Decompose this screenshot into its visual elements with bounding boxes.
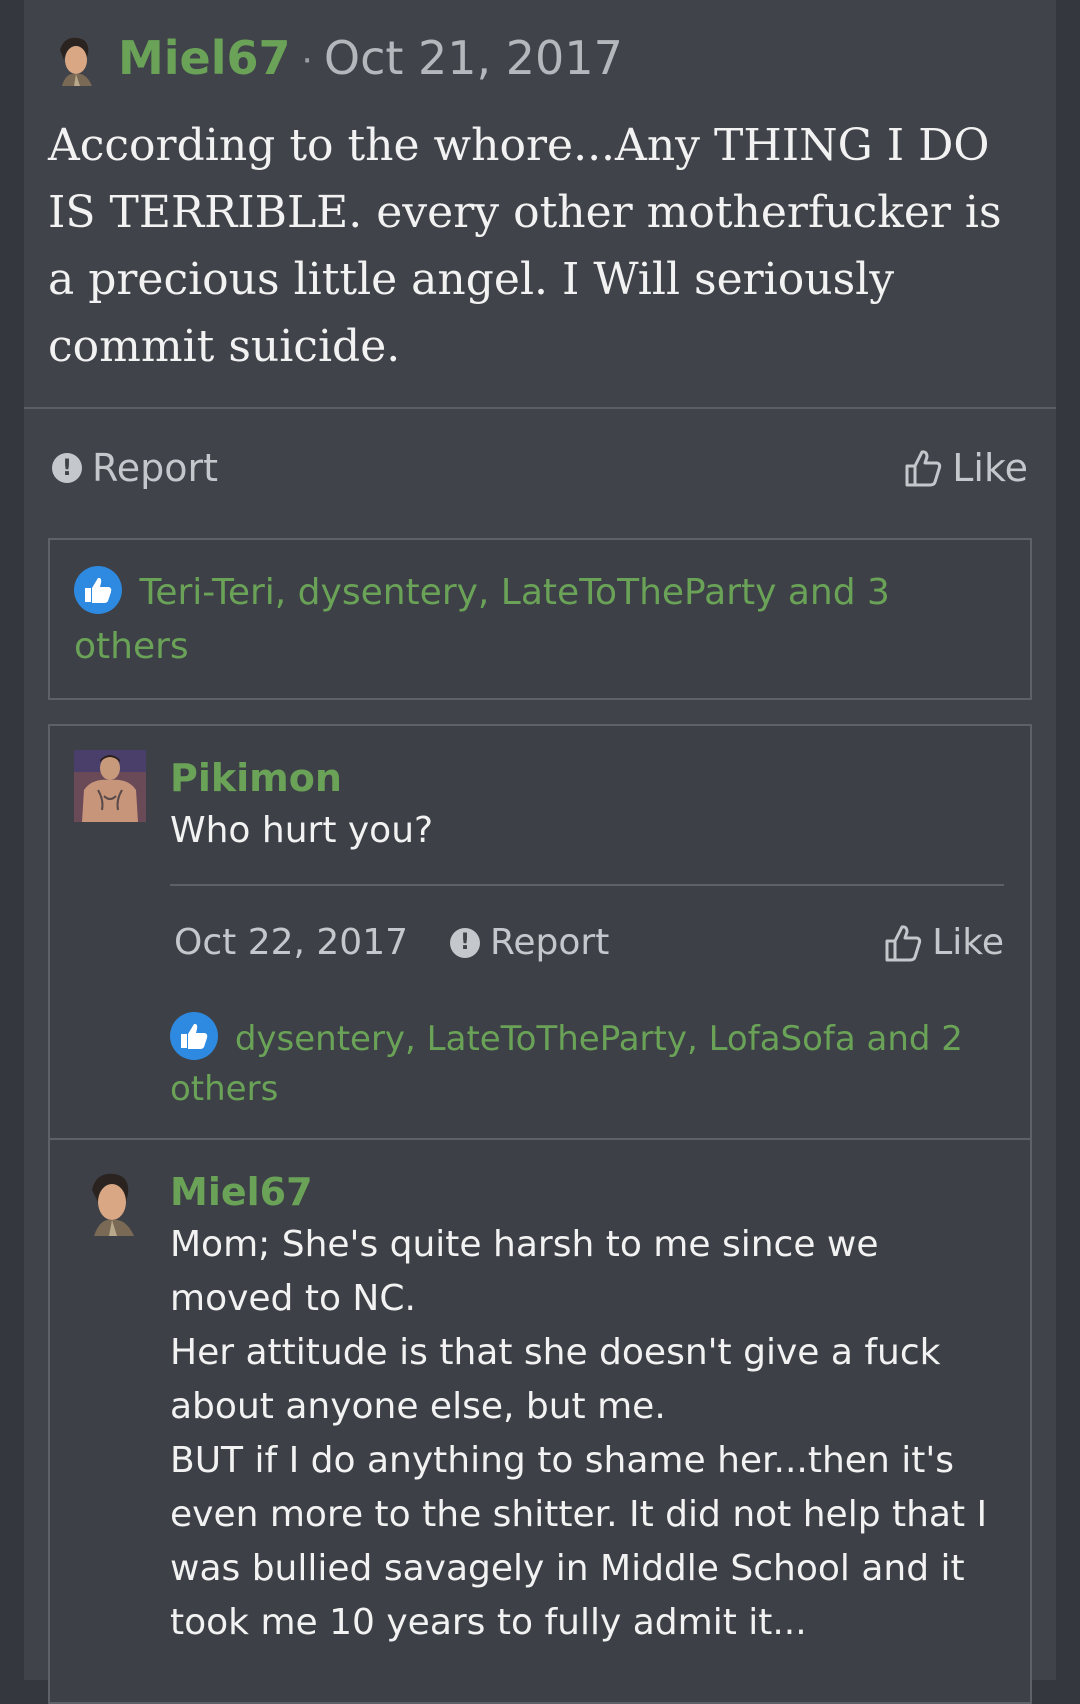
report-button[interactable]: ! Report bbox=[450, 922, 609, 963]
comment-date[interactable]: Oct 22, 2017 bbox=[174, 922, 408, 963]
comment-text: Who hurt you? bbox=[170, 810, 434, 851]
comment-paragraph: Her attitude is that she doesn't give a … bbox=[170, 1332, 941, 1427]
reactions-text[interactable]: Teri-Teri, dysentery, LateToTheParty and… bbox=[74, 572, 890, 667]
avatar[interactable] bbox=[46, 30, 102, 86]
comment-author-link[interactable]: Pikimon bbox=[170, 756, 342, 800]
like-button[interactable]: Like bbox=[904, 446, 1028, 490]
report-label: Report bbox=[490, 922, 610, 963]
comment-item: Miel67 Mom; She's quite harsh to me sinc… bbox=[50, 1140, 1030, 1700]
avatar[interactable] bbox=[74, 1164, 146, 1236]
reactions-text[interactable]: dysentery, LateToTheParty, LofaSofa and … bbox=[170, 1019, 963, 1109]
avatar[interactable] bbox=[74, 750, 146, 822]
exclamation-circle-icon: ! bbox=[52, 453, 82, 483]
thumbs-up-outline-icon bbox=[904, 448, 942, 488]
thread-page: Miel67 · Oct 21, 2017 According to the w… bbox=[24, 0, 1056, 1704]
divider bbox=[24, 407, 1056, 409]
like-label: Like bbox=[952, 446, 1028, 490]
thumbs-up-badge-icon bbox=[170, 1012, 218, 1060]
exclamation-circle-icon: ! bbox=[450, 927, 480, 958]
comment-paragraph: Mom; She's quite harsh to me since we mo… bbox=[170, 1224, 879, 1319]
comment-text: Mom; She's quite harsh to me since we mo… bbox=[170, 1218, 1010, 1650]
post-date[interactable]: Oct 21, 2017 bbox=[324, 31, 623, 85]
post-body: According to the whore...Any THING I DO … bbox=[48, 120, 1002, 372]
reactions-list[interactable]: dysentery, LateToTheParty, LofaSofa and … bbox=[170, 1012, 990, 1114]
post-actions: ! Report Like bbox=[52, 446, 1028, 502]
like-label: Like bbox=[932, 922, 1004, 963]
reactions-list[interactable]: Teri-Teri, dysentery, LateToTheParty and… bbox=[48, 538, 1032, 700]
meta-separator: · bbox=[300, 35, 314, 80]
thumbs-up-outline-icon bbox=[884, 923, 922, 963]
comment-meta: Oct 22, 2017 ! Report Like bbox=[170, 922, 1004, 978]
post-author-link[interactable]: Miel67 bbox=[118, 31, 291, 85]
comments-section: Pikimon Who hurt you? Oct 22, 2017 ! Rep… bbox=[48, 724, 1032, 1704]
like-button[interactable]: Like bbox=[884, 922, 1004, 963]
comment-paragraph: BUT if I do anything to shame her...then… bbox=[170, 1440, 988, 1643]
comment-item: Pikimon Who hurt you? Oct 22, 2017 ! Rep… bbox=[50, 726, 1030, 1140]
report-button[interactable]: ! Report bbox=[52, 446, 218, 490]
thumbs-up-badge-icon bbox=[74, 566, 122, 614]
post-header: Miel67 · Oct 21, 2017 bbox=[46, 28, 623, 88]
comment-author-link[interactable]: Miel67 bbox=[170, 1170, 313, 1214]
report-label: Report bbox=[92, 446, 218, 490]
divider bbox=[170, 884, 1004, 886]
